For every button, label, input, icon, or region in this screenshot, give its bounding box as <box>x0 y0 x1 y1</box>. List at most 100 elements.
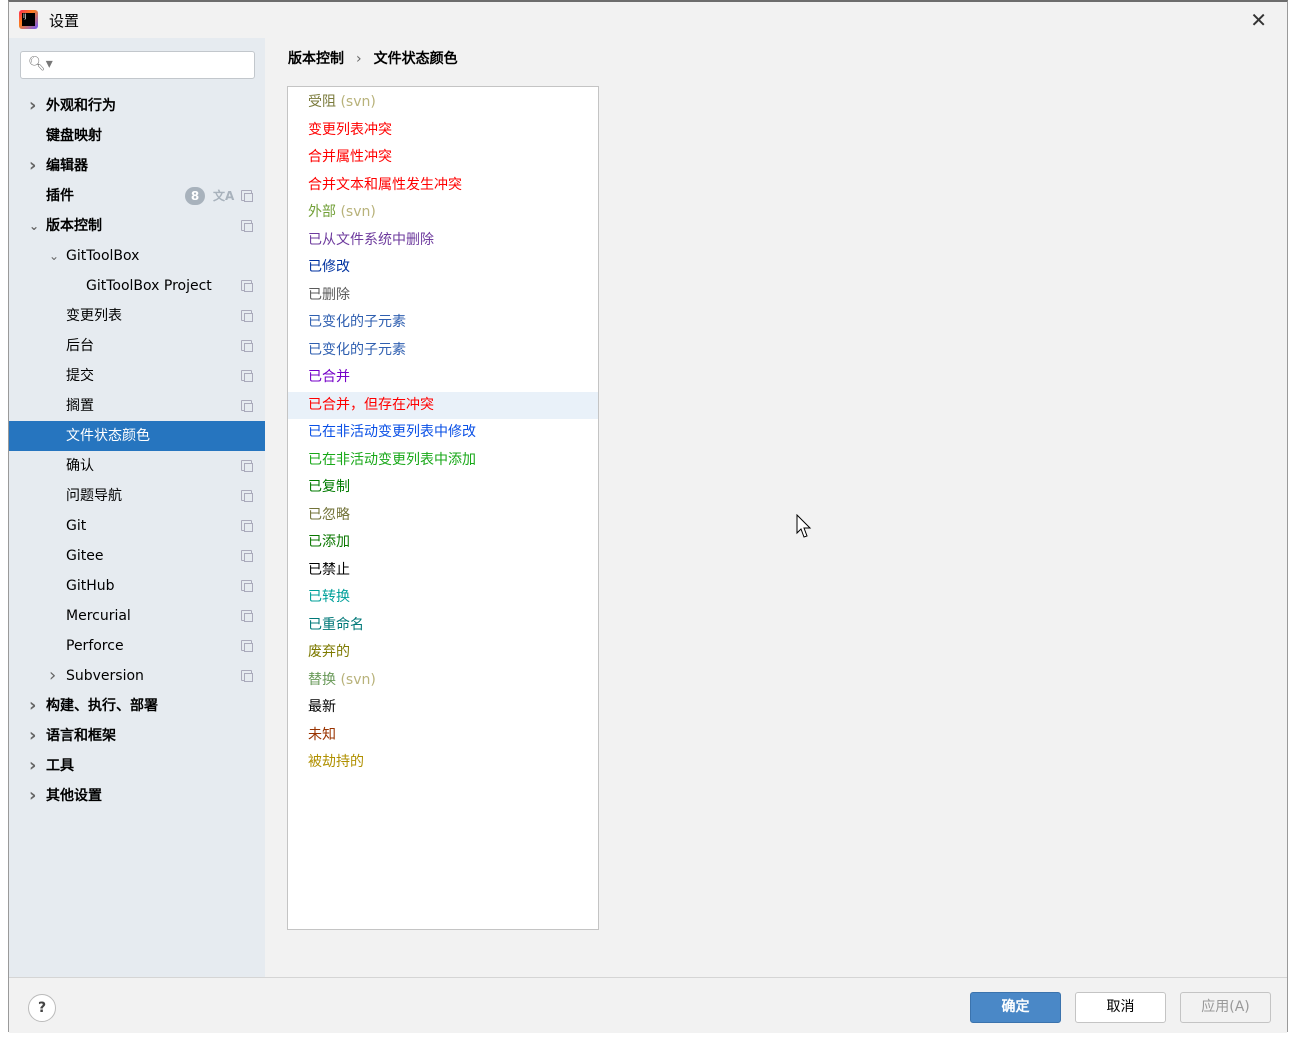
project-scope-icon <box>241 550 253 562</box>
sidebar-item[interactable]: › 其他设置 <box>9 781 265 811</box>
file-status-item[interactable]: 已合并，但存在冲突 <box>288 391 598 419</box>
file-status-item[interactable]: 替换 (svn) <box>288 667 598 694</box>
translate-icon: 文A <box>213 189 235 203</box>
file-status-item[interactable]: 合并属性冲突 <box>288 144 598 171</box>
project-scope-icon <box>241 280 253 292</box>
cancel-button[interactable]: 取消 <box>1075 992 1166 1023</box>
settings-sidebar: 🔍︎▾ › 外观和行为 键盘映射 › 编辑器 插件 8 文A ⌄ 版本控制 ⌄ GitToolBox G… <box>9 38 265 977</box>
file-status-item[interactable]: 已修改 <box>288 254 598 281</box>
sidebar-item[interactable]: GitToolBox Project <box>9 271 265 301</box>
sidebar-item[interactable]: › 构建、执行、部署 <box>9 691 265 721</box>
file-status-item[interactable]: 未知 <box>288 722 598 749</box>
sidebar-item[interactable]: 提交 <box>9 361 265 391</box>
sidebar-item[interactable]: 文件状态颜色 <box>9 421 265 451</box>
sidebar-item[interactable]: 问题导航 <box>9 481 265 511</box>
file-status-label: 最新 <box>308 699 336 715</box>
sidebar-item[interactable]: 搁置 <box>9 391 265 421</box>
sidebar-item[interactable]: › 外观和行为 <box>9 91 265 121</box>
file-status-item[interactable]: 已合并 <box>288 364 598 391</box>
sidebar-item[interactable]: 变更列表 <box>9 301 265 331</box>
sidebar-item-label: Perforce <box>66 638 124 654</box>
file-status-item[interactable]: 已变化的子元素 <box>288 337 598 364</box>
file-status-item[interactable]: 已禁止 <box>288 557 598 584</box>
sidebar-item-label: 编辑器 <box>46 158 88 174</box>
breadcrumb-separator: › <box>356 51 362 67</box>
sidebar-item[interactable]: 确认 <box>9 451 265 481</box>
project-scope-icon <box>241 610 253 622</box>
chevron-right-icon[interactable]: › <box>29 691 36 721</box>
sidebar-item[interactable]: 插件 8 文A <box>9 181 265 211</box>
sidebar-item-label: GitHub <box>66 578 115 594</box>
file-status-item[interactable]: 已从文件系统中删除 <box>288 227 598 254</box>
sidebar-item[interactable]: › 工具 <box>9 751 265 781</box>
sidebar-item[interactable]: 键盘映射 <box>9 121 265 151</box>
file-status-item[interactable]: 外部 (svn) <box>288 199 598 226</box>
breadcrumb-current: 文件状态颜色 <box>373 51 458 67</box>
file-status-suffix: (svn) <box>336 94 376 110</box>
help-button[interactable]: ? <box>28 994 56 1022</box>
file-status-item[interactable]: 受阻 (svn) <box>288 89 598 116</box>
file-status-item[interactable]: 已变化的子元素 <box>288 309 598 336</box>
chevron-right-icon[interactable]: › <box>29 721 36 751</box>
chevron-right-icon[interactable]: › <box>49 661 56 691</box>
file-status-item[interactable]: 已复制 <box>288 474 598 501</box>
file-status-item[interactable]: 变更列表冲突 <box>288 117 598 144</box>
file-status-label: 已修改 <box>308 259 350 275</box>
dialog-footer: ? 确定 取消 应用(A) <box>9 977 1287 1033</box>
file-status-item[interactable]: 最新 <box>288 694 598 721</box>
chevron-right-icon[interactable]: › <box>29 751 36 781</box>
file-status-item[interactable]: 已添加 <box>288 529 598 556</box>
file-status-item[interactable]: 被劫持的 <box>288 749 598 776</box>
sidebar-item-label: 语言和框架 <box>46 728 116 744</box>
file-status-item[interactable]: 已在非活动变更列表中添加 <box>288 447 598 474</box>
file-status-item[interactable]: 已重命名 <box>288 612 598 639</box>
update-count-badge: 8 <box>185 187 205 205</box>
sidebar-item[interactable]: › 编辑器 <box>9 151 265 181</box>
chevron-right-icon[interactable]: › <box>29 91 36 121</box>
sidebar-item-label: Mercurial <box>66 608 131 624</box>
file-status-item[interactable]: 合并文本和属性发生冲突 <box>288 172 598 199</box>
file-status-item[interactable]: 已删除 <box>288 282 598 309</box>
chevron-right-icon[interactable]: › <box>29 151 36 181</box>
project-scope-icon <box>241 400 253 412</box>
file-status-label: 已合并 <box>308 369 350 385</box>
search-icon: 🔍︎▾ <box>28 56 53 72</box>
sidebar-item[interactable]: Gitee <box>9 541 265 571</box>
sidebar-item[interactable]: › Subversion <box>9 661 265 691</box>
sidebar-item-label: GitToolBox Project <box>86 278 212 294</box>
sidebar-item-label: 后台 <box>66 338 94 354</box>
breadcrumb-parent[interactable]: 版本控制 <box>288 51 344 67</box>
sidebar-item-label: 确认 <box>66 458 94 474</box>
mouse-cursor-icon <box>796 514 812 538</box>
sidebar-item-label: 提交 <box>66 368 94 384</box>
chevron-down-icon[interactable]: ⌄ <box>29 211 39 241</box>
ok-button[interactable]: 确定 <box>970 992 1061 1023</box>
file-status-label: 替换 <box>308 671 336 688</box>
file-status-item[interactable]: 废弃的 <box>288 639 598 666</box>
project-scope-icon <box>241 190 253 202</box>
chevron-down-icon[interactable]: ⌄ <box>49 241 59 271</box>
sidebar-item[interactable]: ⌄ 版本控制 <box>9 211 265 241</box>
close-icon[interactable]: ✕ <box>1250 8 1267 32</box>
file-status-item[interactable]: 已忽略 <box>288 502 598 529</box>
sidebar-item[interactable]: › 语言和框架 <box>9 721 265 751</box>
title-bar: IJ 设置 ✕ <box>9 2 1287 38</box>
file-status-label: 已转换 <box>308 589 350 605</box>
sidebar-item[interactable]: Git <box>9 511 265 541</box>
sidebar-item[interactable]: Perforce <box>9 631 265 661</box>
file-status-label: 已忽略 <box>308 506 350 523</box>
sidebar-item[interactable]: ⌄ GitToolBox <box>9 241 265 271</box>
chevron-right-icon[interactable]: › <box>29 781 36 811</box>
sidebar-item-label: 其他设置 <box>46 788 102 804</box>
project-scope-icon <box>241 670 253 682</box>
file-status-item[interactable]: 已在非活动变更列表中修改 <box>288 419 598 446</box>
file-status-label: 已删除 <box>308 286 350 303</box>
sidebar-item[interactable]: 后台 <box>9 331 265 361</box>
search-input[interactable]: 🔍︎▾ <box>20 51 255 79</box>
sidebar-item-label: 变更列表 <box>66 308 122 324</box>
file-status-list[interactable]: 受阻 (svn) 变更列表冲突 合并属性冲突 合并文本和属性发生冲突 外部 (svn) 已… <box>287 86 599 930</box>
sidebar-item[interactable]: Mercurial <box>9 601 265 631</box>
sidebar-item[interactable]: GitHub <box>9 571 265 601</box>
apply-button[interactable]: 应用(A) <box>1180 992 1271 1023</box>
file-status-item[interactable]: 已转换 <box>288 584 598 611</box>
